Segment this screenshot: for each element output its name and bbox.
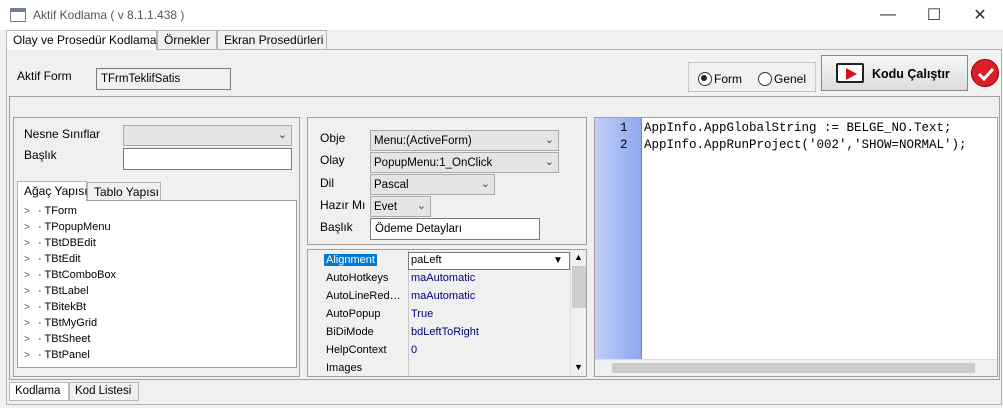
tab-tablo-yapisi[interactable]: Tablo Yapısı — [87, 182, 161, 201]
line-number: 2 — [620, 138, 628, 152]
chevron-right-icon: > — [24, 350, 30, 361]
hazir-label: Hazır Mı — [320, 198, 366, 212]
radio-genel[interactable] — [758, 72, 772, 86]
dil-combo[interactable]: Pascal ⌄ — [370, 174, 495, 195]
radio-form[interactable] — [698, 72, 712, 86]
minimize-button[interactable]: — — [865, 0, 911, 30]
property-grid: Alignment paLeft ▼ AutoHotkeys maAutomati… — [307, 249, 587, 377]
tab-kod-listesi[interactable]: Kod Listesi — [69, 382, 139, 401]
radio-genel-label: Genel — [774, 72, 807, 86]
property-row[interactable]: AutoHotkeys maAutomatic — [308, 270, 570, 288]
title-bar: Aktif Kodlama ( v 8.1.1.438 ) — ☐ ✕ — [0, 0, 1003, 30]
tree-item[interactable]: > · TBtMyGrid — [24, 317, 97, 333]
tab-kodlama[interactable]: Kodlama — [9, 382, 69, 401]
chevron-right-icon: > — [24, 270, 30, 281]
play-icon — [836, 63, 864, 83]
olay-combo[interactable]: PopupMenu:1_OnClick ⌄ — [370, 152, 559, 173]
property-scrollbar[interactable]: ▲ ▼ — [570, 250, 586, 376]
chevron-right-icon: > — [24, 286, 30, 297]
chevron-right-icon: > — [24, 222, 30, 233]
obje-value: Menu:(ActiveForm) — [374, 134, 472, 147]
chevron-right-icon: > — [24, 206, 30, 217]
property-row[interactable]: Alignment paLeft ▼ — [308, 252, 570, 270]
editor-h-scrollbar[interactable] — [595, 359, 997, 376]
aktif-form-label: Aktif Form — [17, 69, 72, 83]
check-icon — [977, 67, 995, 82]
dropdown-arrow-icon[interactable]: ▼ — [553, 255, 563, 266]
line-gutter: 1 2 — [595, 118, 642, 359]
close-button[interactable]: ✕ — [957, 0, 1003, 30]
app-icon — [10, 8, 26, 22]
chevron-right-icon: > — [24, 254, 30, 265]
obje-combo[interactable]: Menu:(ActiveForm) ⌄ — [370, 130, 559, 151]
chevron-down-icon: ⌄ — [544, 134, 554, 146]
chevron-right-icon: > — [24, 238, 30, 249]
chevron-down-icon: ⌄ — [416, 200, 426, 212]
scroll-down-icon[interactable]: ▼ — [574, 362, 583, 372]
olay-value: PopupMenu:1_OnClick — [374, 156, 493, 169]
nesne-combo[interactable]: ⌄ — [123, 125, 292, 146]
dil-value: Pascal — [374, 178, 409, 191]
chevron-right-icon: > — [24, 318, 30, 329]
nesne-label: Nesne Sınıflar — [24, 127, 101, 141]
olay-label: Olay — [320, 153, 345, 167]
chevron-down-icon: ⌄ — [480, 178, 490, 190]
code-line-1[interactable]: AppInfo.AppGlobalString := BELGE_NO.Text… — [644, 121, 952, 138]
tree-item[interactable]: > · TBtEdit — [24, 253, 81, 269]
chevron-right-icon: > — [24, 334, 30, 345]
chevron-down-icon: ⌄ — [277, 129, 287, 141]
baslik-label-left: Başlık — [24, 148, 57, 162]
aktif-form-field[interactable]: TFrmTeklifSatis — [96, 68, 231, 90]
chevron-right-icon: > — [24, 302, 30, 313]
tab-agac-yapisi[interactable]: Ağaç Yapısı — [17, 181, 88, 201]
tab-ornekler[interactable]: Örnekler — [157, 30, 217, 49]
window-title: Aktif Kodlama ( v 8.1.1.438 ) — [33, 8, 185, 22]
line-number: 1 — [620, 121, 628, 135]
tree-item[interactable]: > · TPopupMenu — [24, 221, 111, 237]
code-editor[interactable]: 1 2 AppInfo.AppGlobalString := BELGE_NO.… — [594, 117, 998, 377]
tree-item[interactable]: > · TBtSheet — [24, 333, 90, 349]
confirm-check-button[interactable] — [971, 59, 999, 87]
baslik-input-middle[interactable]: Ödeme Detayları — [370, 218, 540, 240]
tab-olay-prosedur[interactable]: Olay ve Prosedür Kodlama — [6, 30, 157, 50]
tree-item[interactable]: > · TBitekBt — [24, 301, 86, 317]
property-row[interactable]: AutoPopup True — [308, 306, 570, 324]
baslik-input-left[interactable] — [123, 148, 292, 170]
dil-label: Dil — [320, 176, 334, 190]
tree-item[interactable]: > · TBtDBEdit — [24, 237, 96, 253]
run-code-label: Kodu Çalıştır — [872, 67, 950, 81]
tree-view[interactable]: > · TForm > · TPopupMenu > · TBtDBEdit > · T… — [17, 200, 297, 368]
tree-item[interactable]: > · TForm — [24, 205, 77, 221]
code-line-2[interactable]: AppInfo.AppRunProject('002','SHOW=NORMAL… — [644, 138, 967, 155]
chevron-down-icon: ⌄ — [544, 156, 554, 168]
scroll-thumb[interactable] — [572, 266, 586, 308]
tab-ekran-prosedurleri[interactable]: Ekran Prosedürleri — [217, 30, 327, 49]
property-row[interactable]: BiDiMode bdLeftToRight — [308, 324, 570, 342]
baslik-label-middle: Başlık — [320, 220, 353, 234]
property-row[interactable]: HelpContext 0 — [308, 342, 570, 360]
tree-item[interactable]: > · TBtPanel — [24, 349, 90, 365]
maximize-button[interactable]: ☐ — [911, 0, 957, 30]
property-row[interactable]: AutoLineRed… maAutomatic — [308, 288, 570, 306]
tree-item[interactable]: > · TBtComboBox — [24, 269, 116, 285]
scroll-up-icon[interactable]: ▲ — [574, 252, 583, 262]
tree-item[interactable]: > · TBtLabel — [24, 285, 89, 301]
obje-label: Obje — [320, 131, 346, 145]
hazir-combo[interactable]: Evet ⌄ — [370, 196, 431, 217]
run-code-button[interactable]: Kodu Çalıştır — [821, 55, 968, 91]
hazir-value: Evet — [374, 200, 398, 213]
h-scroll-thumb[interactable] — [612, 363, 975, 373]
radio-form-label: Form — [714, 72, 742, 86]
property-row[interactable]: Images — [308, 360, 570, 378]
